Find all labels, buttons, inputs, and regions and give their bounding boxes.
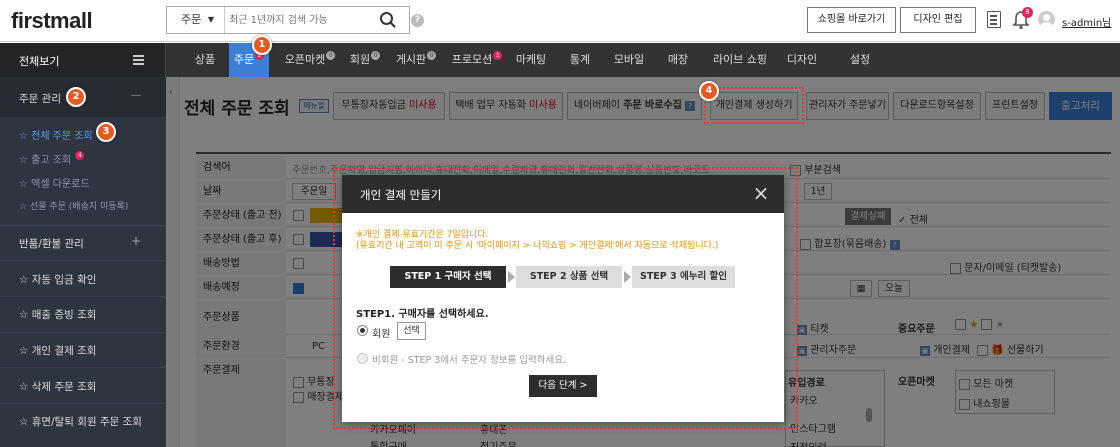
- nav-item-stats[interactable]: 통계: [560, 43, 600, 77]
- star-icon: ☆: [19, 345, 32, 357]
- annotation-marker-3: 3: [96, 122, 116, 142]
- help-icon[interactable]: ?: [411, 14, 424, 27]
- star-icon: ☆: [19, 309, 32, 321]
- expand-icon[interactable]: +: [131, 234, 141, 248]
- sidebar-item-personal-payment[interactable]: ☆ 개인 결제 조회: [19, 343, 96, 358]
- sidebar-item-deleted[interactable]: ☆ 삭제 주문 조회: [19, 379, 96, 394]
- sidebar-item-excel[interactable]: ☆ 엑셀 다운로드: [19, 175, 90, 190]
- sidebar-item-sales-proof[interactable]: ☆ 매출 증빙 조회: [19, 307, 96, 322]
- sidebar-item-return[interactable]: 반품/환불 관리: [19, 236, 84, 251]
- caret-down-icon: ▼: [207, 15, 214, 24]
- annotation-marker-1: 1: [252, 35, 272, 55]
- search-input[interactable]: [229, 10, 369, 30]
- star-icon: ☆: [19, 381, 32, 393]
- nav-item-marketing[interactable]: 마케팅: [510, 43, 552, 77]
- nav-item-design[interactable]: 디자인: [782, 43, 822, 77]
- sidebar-item-gift[interactable]: ☆ 선물 주문 (배송지 미등록): [19, 199, 128, 212]
- notification-badge: 8: [1022, 7, 1033, 18]
- nav-item-products[interactable]: 상품: [184, 43, 226, 77]
- star-icon: ☆: [19, 179, 32, 190]
- top-header: firstmall 주문▼ ? 쇼핑몰 바로가기 디자인 편집 8 s-admi…: [0, 0, 1120, 42]
- star-icon: ☆: [19, 131, 32, 142]
- nav-item-members[interactable]: 회원 0: [344, 43, 386, 77]
- star-icon: ☆: [19, 416, 32, 428]
- annotation-marker-2: 2: [66, 87, 86, 107]
- annotation-marker-4: 4: [699, 81, 719, 101]
- search-type-select[interactable]: 주문 ▼: [167, 7, 225, 33]
- sidebar-item-dormant[interactable]: ☆ 휴면/탈퇴 회원 주문 조회: [19, 414, 142, 429]
- sidebar: 주문 관리 — ☆ 전체 주문 조회 ☆ 출고 조회 4 ☆ 엑셀 다운로드 ☆…: [0, 77, 166, 447]
- nav-item-promotion[interactable]: 프로모션 1: [446, 43, 508, 77]
- star-icon: ☆: [19, 155, 32, 166]
- username-link[interactable]: s-admin님: [1062, 14, 1111, 29]
- sidebar-item-auto-deposit[interactable]: ☆ 자동 입금 확인: [19, 272, 96, 287]
- design-edit-button[interactable]: 디자인 편집: [900, 7, 976, 33]
- star-icon: ☆: [19, 274, 32, 286]
- shop-link-button[interactable]: 쇼핑몰 바로가기: [807, 7, 896, 33]
- nav-item-store[interactable]: 매장: [660, 43, 696, 77]
- nav-item-openmarket[interactable]: 오픈마켓 0: [279, 43, 341, 77]
- avatar[interactable]: [1038, 11, 1055, 28]
- star-icon: ☆: [19, 202, 30, 212]
- nav-all-menu[interactable]: 전체보기: [0, 43, 166, 77]
- logo[interactable]: firstmall: [11, 8, 93, 34]
- search-bar: 주문 ▼: [166, 6, 410, 34]
- search-icon[interactable]: [379, 11, 397, 29]
- nav-item-live[interactable]: 라이브 쇼핑: [708, 43, 772, 77]
- document-icon[interactable]: [987, 11, 1001, 28]
- collapse-icon[interactable]: —: [131, 90, 141, 101]
- nav-item-mobile[interactable]: 모바일: [606, 43, 652, 77]
- sidebar-item-release[interactable]: ☆ 출고 조회 4: [19, 151, 85, 166]
- annotation-box-create-button: [704, 87, 804, 124]
- nav-item-board[interactable]: 게시판 0: [390, 43, 442, 77]
- nav-item-settings[interactable]: 설정: [840, 43, 880, 77]
- main-nav: 전체보기 상품 주문 2 오픈마켓 0 회원 0 게시판 0 프로모션 1 마케팅 통계 …: [0, 43, 1120, 77]
- hamburger-icon[interactable]: [133, 55, 144, 65]
- annotation-box-modal: [333, 167, 798, 429]
- sidebar-item-all-orders[interactable]: ☆ 전체 주문 조회: [19, 127, 93, 142]
